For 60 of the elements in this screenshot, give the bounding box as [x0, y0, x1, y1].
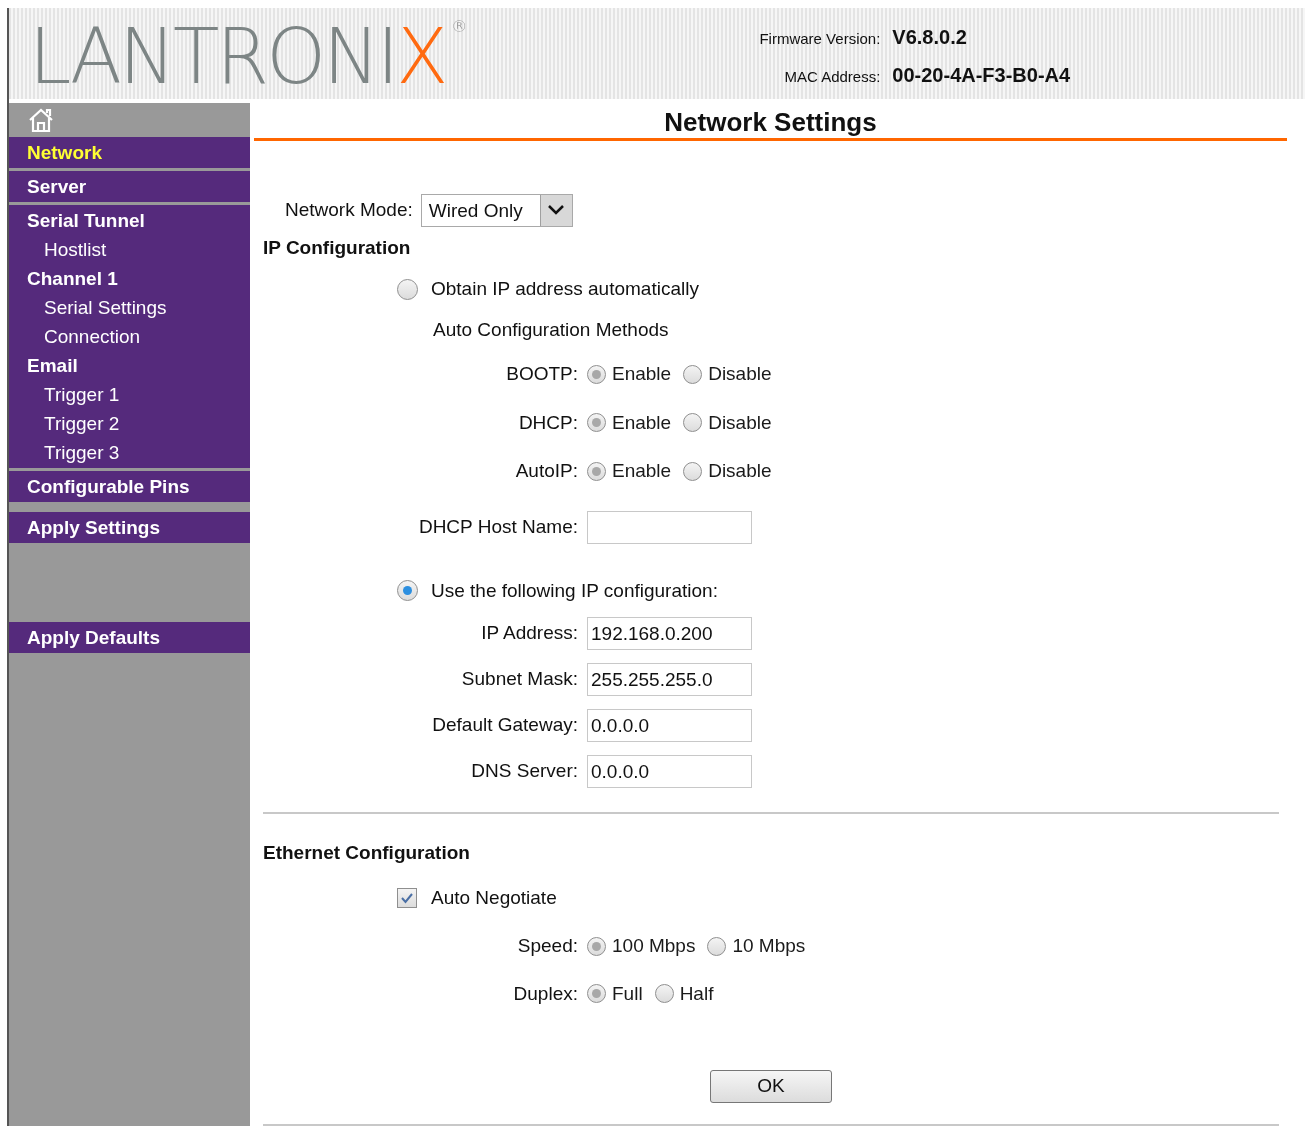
input-field[interactable] — [587, 510, 752, 544]
nav-subitem[interactable]: Serial Settings — [9, 292, 250, 322]
radio-label: Enable — [612, 362, 672, 386]
nav-subitem[interactable]: Connection — [9, 321, 250, 351]
radio-label: 100 Mbps — [612, 934, 696, 958]
field-label: Network Mode: — [285, 197, 414, 222]
nav-item[interactable]: Email — [9, 350, 250, 380]
radio-button[interactable] — [397, 580, 418, 602]
radio-label: Disable — [708, 410, 772, 435]
input-field[interactable]: 255.255.255.0 — [587, 663, 752, 696]
radio-label: Enable — [612, 410, 672, 435]
field-label: AutoIP: — [514, 459, 579, 483]
dropdown[interactable]: Wired Only — [420, 193, 573, 227]
ok-button[interactable]: OK — [710, 1070, 832, 1103]
info-value: 00-20-4A-F3-B0-A4 — [892, 63, 1071, 89]
home-icon[interactable] — [27, 106, 55, 133]
radio-label: Disable — [708, 362, 772, 386]
checkbox-label: Auto Negotiate — [431, 885, 557, 910]
nav-subitem[interactable]: Trigger 2 — [9, 408, 250, 438]
radio-label: Enable — [612, 459, 672, 483]
subsection-label: Auto Configuration Methods — [432, 317, 670, 342]
field-label: Speed: — [516, 934, 579, 958]
nav-subitem[interactable]: Hostlist — [9, 234, 250, 264]
nav-item[interactable]: Configurable Pins — [9, 471, 250, 501]
page-title: Network Settings — [663, 105, 878, 137]
nav-item[interactable]: Channel 1 — [9, 263, 250, 293]
radio-label: Obtain IP address automatically — [431, 277, 699, 301]
input-field[interactable]: 192.168.0.200 — [587, 617, 752, 650]
field-label: IP Address: — [480, 621, 579, 646]
field-label: Subnet Mask: — [460, 667, 579, 692]
field-label: DHCP Host Name: — [417, 514, 579, 539]
nav-item[interactable]: Network — [9, 137, 250, 167]
input-field[interactable]: 0.0.0.0 — [587, 709, 752, 742]
radio-label: Full — [612, 981, 643, 1006]
checkbox[interactable] — [397, 887, 417, 908]
section-heading: Ethernet Configuration — [263, 841, 471, 865]
radio-label: Use the following IP configuration: — [431, 578, 718, 603]
check-icon — [400, 891, 414, 904]
field-label: BOOTP: — [505, 362, 579, 386]
section-heading: IP Configuration — [263, 235, 412, 260]
field-label: Default Gateway: — [431, 713, 579, 738]
field-label: DHCP: — [517, 410, 579, 435]
info-value: V6.8.0.2 — [892, 25, 967, 51]
chevron-down-icon — [548, 205, 565, 215]
nav-item[interactable]: Serial Tunnel — [9, 205, 250, 235]
radio-button[interactable] — [397, 278, 418, 300]
input-field[interactable]: 0.0.0.0 — [587, 755, 752, 788]
info-label: Firmware Version: — [758, 29, 882, 50]
info-label: MAC Address: — [783, 67, 882, 88]
field-label: Duplex: — [512, 981, 579, 1006]
nav-subitem[interactable]: Trigger 3 — [9, 437, 250, 467]
nav-item[interactable]: Apply Defaults — [9, 622, 250, 652]
nav-subitem[interactable]: Trigger 1 — [9, 379, 250, 409]
nav-item[interactable]: Server — [9, 171, 250, 201]
radio-label: Disable — [708, 459, 772, 483]
lantronix-logo: LANTRONIX® — [29, 19, 468, 96]
nav-item[interactable]: Apply Settings — [9, 512, 250, 542]
radio-label: 10 Mbps — [732, 934, 806, 958]
radio-label: Half — [679, 981, 714, 1006]
field-label: DNS Server: — [470, 759, 579, 784]
